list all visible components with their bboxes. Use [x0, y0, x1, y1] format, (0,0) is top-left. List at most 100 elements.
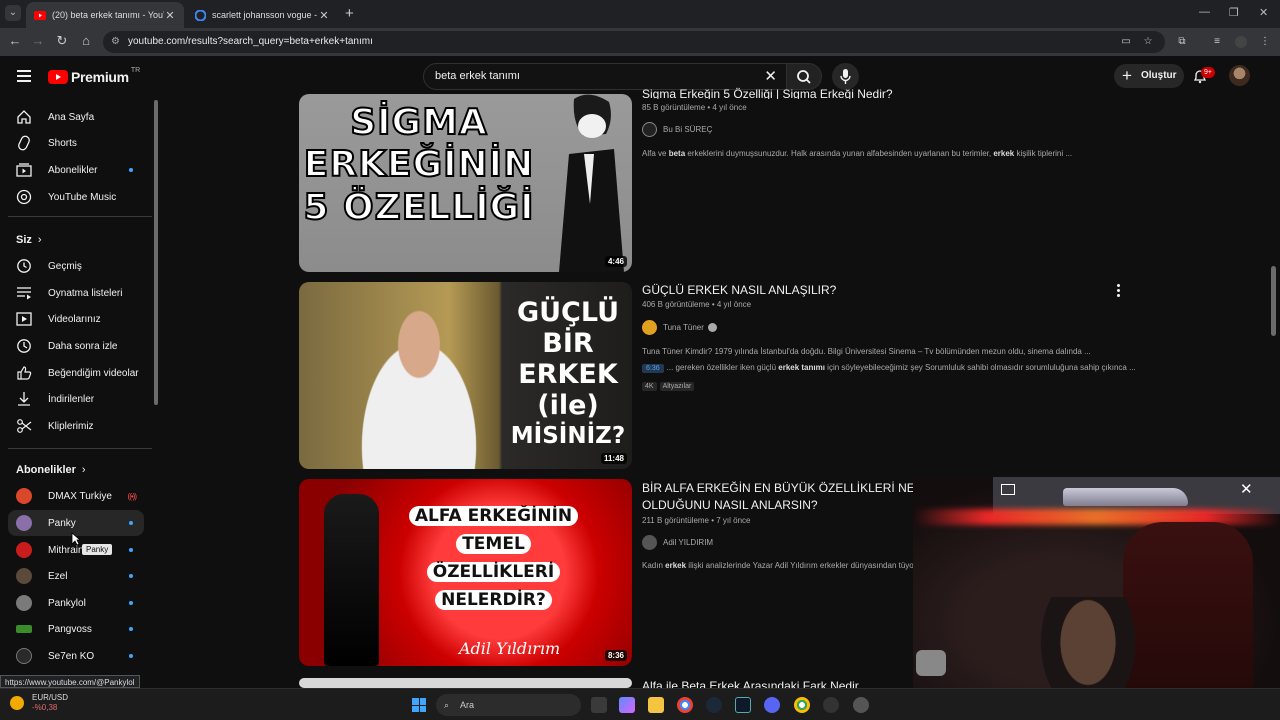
app-icon[interactable] [853, 697, 869, 713]
sneaker-image [1063, 488, 1188, 506]
profile-icon[interactable] [1235, 36, 1247, 48]
sidebar-item-home[interactable]: Ana Sayfa [8, 104, 144, 130]
new-tab-button[interactable]: + [345, 5, 354, 22]
task-view-icon[interactable] [591, 697, 607, 713]
widgets-ticker[interactable]: EUR/USD -%0,38 [10, 693, 68, 713]
extensions-icon[interactable]: ⧉ [1176, 36, 1188, 48]
sidebar-item-downloads[interactable]: İndirilenler [8, 386, 144, 412]
picture-in-picture-icon[interactable] [1001, 484, 1015, 495]
chrome-icon[interactable] [677, 697, 693, 713]
close-window-icon[interactable]: ✕ [1259, 6, 1268, 19]
media-icon[interactable]: ≡ [1211, 36, 1223, 48]
new-content-dot [129, 521, 133, 525]
app-icon[interactable] [735, 697, 751, 713]
sidebar-scrollbar[interactable] [154, 100, 158, 405]
subscriptions-icon [16, 162, 32, 178]
steam-icon[interactable] [706, 697, 722, 713]
obs-icon[interactable] [823, 697, 839, 713]
video-description: Alfa ve beta erkeklerini duymuşsunuzdur.… [642, 149, 1072, 158]
sidebar-sub-pankylol[interactable]: Pankylol [8, 590, 144, 616]
discord-icon[interactable] [764, 697, 780, 713]
video-thumbnail[interactable] [299, 678, 632, 688]
sidebar-item-youtube-music[interactable]: YouTube Music [8, 184, 144, 210]
sidebar-item-label: Pangvoss [48, 623, 92, 635]
close-tab-icon[interactable]: ✕ [318, 9, 330, 22]
windows-taskbar: EUR/USD -%0,38 ⌕ Ara [0, 688, 1280, 720]
sidebar-item-your-videos[interactable]: Videolarınız [8, 306, 144, 332]
channel-link[interactable]: Tuna Tüner [642, 320, 717, 335]
your-videos-icon [16, 311, 32, 327]
plus-icon: + [1122, 66, 1132, 85]
sidebar-sub-ezel[interactable]: Ezel [8, 563, 144, 589]
video-thumbnail[interactable]: GÜÇLÜ BİR ERKEK (ile) MİSİNİZ? 11:48 [299, 282, 632, 469]
thumbnail-word: ERKEK [518, 359, 618, 390]
url-field[interactable]: ⚙ youtube.com/results?search_query=beta+… [103, 31, 1165, 53]
more-actions-icon[interactable] [1117, 284, 1120, 299]
microphone-object [916, 650, 946, 676]
windows-start-icon[interactable] [412, 698, 426, 712]
tab-search-button[interactable]: ⌄ [5, 5, 21, 21]
sidebar-subscriptions-heading[interactable]: Abonelikler › [16, 464, 86, 476]
chrome-active-icon[interactable] [794, 697, 810, 713]
search-query: beta erkek tanımı [435, 70, 520, 82]
sidebar-item-playlists[interactable]: Oynatma listeleri [8, 280, 144, 306]
sidebar-item-watch-later[interactable]: Daha sonra izle [8, 333, 144, 359]
sidebar-you-heading[interactable]: Siz › [16, 234, 42, 246]
channel-link[interactable]: Adil YILDIRIM [642, 535, 713, 550]
copilot-icon[interactable] [619, 697, 635, 713]
close-tab-icon[interactable]: ✕ [164, 9, 176, 22]
reload-icon[interactable]: ↻ [53, 33, 71, 49]
video-thumbnail[interactable]: SİGMA ERKEĞİNİN 5 ÖZELLİĞİ 4:46 [299, 94, 632, 272]
sidebar-item-label: Beğendiğim videolar [48, 367, 139, 379]
led-strip [913, 509, 1280, 525]
page-scrollbar[interactable] [1271, 266, 1276, 336]
sidebar-item-history[interactable]: Geçmiş [8, 253, 144, 279]
sidebar-item-label: Videolarınız [48, 313, 101, 325]
account-avatar[interactable] [1229, 65, 1250, 86]
sidebar-item-clips[interactable]: Kliplerimiz [8, 413, 144, 439]
sidebar-sub-se7en-ko[interactable]: Se7en KO [8, 643, 144, 669]
thumbnail-text: 5 ÖZELLİĞİ [302, 186, 535, 229]
video-thumbnail[interactable]: ALFA ERKEĞİNİN TEMEL ÖZELLİKLERİ NELERDİ… [299, 479, 632, 666]
mouse-cursor-icon [71, 532, 81, 546]
forward-icon[interactable]: → [29, 33, 47, 48]
video-meta: 211 B görüntüleme • 7 yıl önce [642, 516, 751, 525]
hamburger-menu-icon[interactable] [17, 70, 31, 85]
sidebar-sub-dmax[interactable]: DMAX Turkiye ((•)) [8, 483, 144, 509]
site-info-icon[interactable]: ⚙ [111, 31, 120, 53]
tab-google[interactable]: scarlett johansson vogue - Google ✕ [186, 2, 338, 28]
minimize-icon[interactable]: — [1199, 6, 1210, 18]
sidebar-sub-pangvoss[interactable]: Pangvoss [8, 616, 144, 642]
sidebar-item-liked[interactable]: Beğendiğim videolar [8, 360, 144, 386]
file-explorer-icon[interactable] [648, 697, 664, 713]
close-icon[interactable]: ✕ [1240, 480, 1253, 498]
video-title[interactable]: Sigma Erkeğin 5 Özelliği | Sigma Erkeği … [642, 86, 1002, 99]
back-icon[interactable]: ← [6, 33, 24, 48]
desc-text: ilişki analizlerinde Yazar Adil Yıldırım… [686, 561, 914, 570]
video-chapter-snippet[interactable]: 6:36... gereken özellikler iken güçlü er… [642, 363, 1136, 373]
tab-youtube[interactable]: (20) beta erkek tanımı - YouTube ✕ [26, 2, 184, 28]
sidebar-item-label: İndirilenler [48, 393, 95, 405]
home-icon[interactable]: ⌂ [77, 33, 95, 48]
sidebar-item-label: DMAX Turkiye [48, 490, 112, 502]
home-icon [16, 109, 32, 125]
bookmark-star-icon[interactable]: ☆ [1142, 36, 1154, 48]
thumbnail-line: ÖZELLİKLERİ [355, 558, 632, 586]
new-content-dot [129, 168, 133, 172]
channel-link[interactable]: Bu Bi SÜREÇ [642, 122, 712, 137]
video-meta: 85 B görüntüleme • 4 yıl önce [642, 103, 747, 112]
restore-icon[interactable]: ❐ [1229, 6, 1239, 19]
sidebar-item-label: Daha sonra izle [48, 340, 118, 352]
timestamp-chip[interactable]: 6:36 [642, 364, 664, 373]
sidebar-divider [8, 448, 152, 449]
desc-highlight: erkek tanımı [778, 363, 825, 372]
tab-title: scarlett johansson vogue - Google [212, 10, 318, 20]
youtube-premium-logo[interactable]: Premium TR [48, 67, 140, 85]
chrome-menu-icon[interactable]: ⋮ [1259, 36, 1271, 48]
video-title[interactable]: GÜÇLÜ ERKEK NASIL ANLAŞILIR? [642, 282, 1002, 299]
sidebar-item-shorts[interactable]: Shorts [8, 130, 144, 156]
taskbar-search[interactable]: ⌕ Ara [436, 694, 581, 716]
sidebar-item-subscriptions[interactable]: Abonelikler [8, 157, 144, 183]
create-button[interactable]: + Oluştur [1114, 64, 1184, 88]
cast-icon[interactable]: ▭ [1120, 36, 1132, 48]
